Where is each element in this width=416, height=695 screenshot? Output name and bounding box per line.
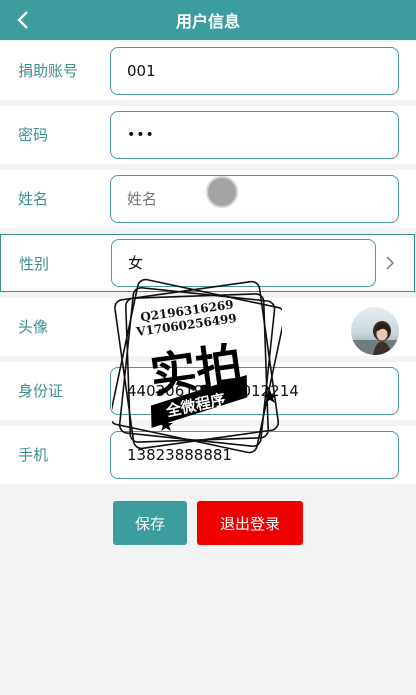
phone-row: 手机 — [0, 426, 416, 484]
name-label: 姓名 — [18, 190, 49, 208]
gender-select[interactable]: 女 — [111, 239, 376, 287]
id-card-row: 身份证 — [0, 362, 416, 420]
logout-button[interactable]: 退出登录 — [197, 501, 303, 545]
chevron-right-icon — [386, 256, 395, 270]
password-input[interactable]: ••• — [110, 111, 399, 159]
id-card-input[interactable] — [110, 367, 399, 415]
account-label: 捐助账号 — [18, 62, 79, 80]
account-row: 捐助账号 — [0, 42, 416, 100]
back-button[interactable] — [10, 6, 38, 34]
touch-cursor-indicator — [206, 176, 238, 208]
page-title: 用户信息 — [175, 12, 240, 31]
avatar-row[interactable]: 头像 — [0, 298, 416, 356]
id-card-label: 身份证 — [18, 382, 64, 400]
password-row: 密码 ••• — [0, 106, 416, 164]
chevron-left-icon — [17, 11, 28, 29]
account-input[interactable] — [110, 47, 399, 95]
avatar[interactable] — [351, 307, 399, 355]
avatar-label: 头像 — [18, 318, 49, 336]
gender-label: 性别 — [19, 255, 50, 273]
save-button[interactable]: 保存 — [113, 501, 187, 545]
gender-row[interactable]: 性别 女 — [0, 234, 415, 292]
phone-label: 手机 — [18, 446, 49, 464]
password-label: 密码 — [18, 126, 49, 144]
nav-bar: 用户信息 — [0, 0, 416, 40]
name-input[interactable] — [110, 175, 399, 223]
phone-input[interactable] — [110, 431, 399, 479]
